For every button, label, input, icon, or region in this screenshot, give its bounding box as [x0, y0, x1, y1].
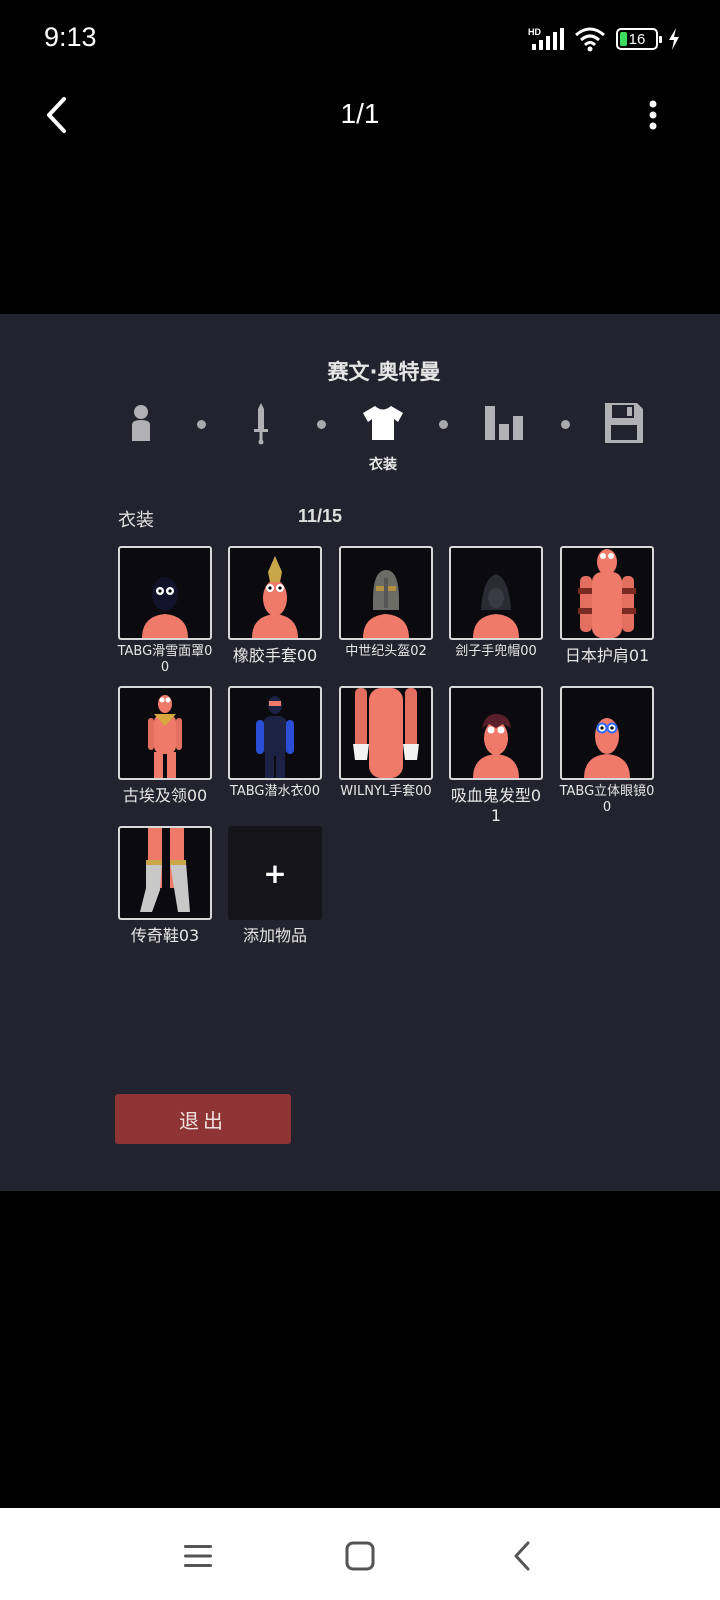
item-thumbnail	[118, 546, 212, 640]
outfit-item[interactable]: 吸血鬼发型01	[449, 686, 543, 826]
item-thumbnail	[118, 686, 212, 780]
game-screen: 赛文·奥特曼 衣装 衣装 11/15 TABG滑雪面罩00 橡胶手套00 中世纪…	[0, 314, 720, 1191]
step-dot	[439, 420, 448, 429]
top-bar: 1/1	[0, 80, 720, 150]
outfit-item[interactable]: 中世纪头盔02	[339, 546, 433, 660]
step-outfit[interactable]	[358, 398, 408, 448]
page-counter: 1/1	[340, 98, 380, 129]
square-icon	[345, 1541, 375, 1571]
item-thumbnail	[449, 546, 543, 640]
item-thumbnail	[118, 826, 212, 920]
outfit-item[interactable]: 刽子手兜帽00	[449, 546, 543, 660]
add-item-label: 添加物品	[242, 926, 307, 945]
chevron-left-icon	[514, 1541, 530, 1571]
outfit-item[interactable]: TABG立体眼镜00	[560, 686, 654, 816]
item-thumbnail	[560, 686, 654, 780]
step-active-label: 衣装	[369, 457, 397, 473]
step-dot	[197, 420, 206, 429]
step-character[interactable]	[116, 398, 166, 448]
item-label: 橡胶手套00	[232, 646, 318, 665]
more-options-button[interactable]	[630, 92, 676, 138]
save-icon	[605, 403, 643, 443]
item-count: 11/15	[298, 506, 343, 526]
item-thumbnail	[339, 686, 433, 780]
status-icons: HD 16	[528, 24, 680, 54]
outfit-item[interactable]: TABG滑雪面罩00	[118, 546, 212, 676]
stats-icon	[485, 406, 523, 440]
item-thumbnail	[228, 686, 322, 780]
home-button[interactable]	[340, 1536, 380, 1576]
item-label: TABG立体眼镜00	[559, 784, 655, 815]
step-dot	[561, 420, 570, 429]
shirt-icon	[363, 406, 403, 440]
item-label: 日本护肩01	[564, 646, 650, 665]
outfit-item[interactable]: 日本护肩01	[560, 546, 654, 666]
battery-level: 16	[628, 30, 646, 48]
outfit-item[interactable]: 传奇鞋03	[118, 826, 212, 946]
item-label: WILNYL手套00	[340, 784, 432, 799]
network-label: HD	[528, 27, 541, 37]
person-icon	[132, 405, 150, 441]
item-label: 吸血鬼发型01	[450, 786, 542, 825]
step-weapon[interactable]	[236, 398, 286, 448]
item-thumbnail	[449, 686, 543, 780]
system-nav-bar	[0, 1508, 720, 1600]
wifi-icon	[575, 27, 605, 52]
sword-icon	[254, 403, 268, 445]
item-label: 传奇鞋03	[130, 926, 200, 945]
more-vertical-icon	[649, 100, 657, 130]
battery-icon: 16	[616, 28, 662, 50]
step-save[interactable]	[599, 398, 649, 448]
step-navigation: 衣装	[0, 398, 720, 478]
player-name: 赛文·奥特曼	[327, 360, 441, 384]
status-time: 9:13	[44, 22, 97, 52]
plus-icon: +	[228, 826, 322, 920]
section-title: 衣装	[118, 510, 154, 531]
item-label: 古埃及领00	[122, 786, 208, 805]
charging-icon	[669, 28, 679, 50]
step-stats[interactable]	[479, 398, 529, 448]
recent-apps-button[interactable]	[178, 1536, 218, 1576]
item-thumbnail	[560, 546, 654, 640]
item-label: 刽子手兜帽00	[455, 644, 537, 659]
step-dot	[317, 420, 326, 429]
item-thumbnail	[228, 546, 322, 640]
item-thumbnail	[339, 546, 433, 640]
item-label: 中世纪头盔02	[345, 644, 427, 659]
item-label: TABG滑雪面罩00	[117, 644, 213, 675]
system-back-button[interactable]	[502, 1536, 542, 1576]
menu-icon	[184, 1545, 212, 1567]
status-bar: 9:13 HD 16	[0, 0, 720, 80]
outfit-item[interactable]: 古埃及领00	[118, 686, 212, 806]
outfit-item[interactable]: 橡胶手套00	[228, 546, 322, 666]
outfit-item[interactable]: WILNYL手套00	[339, 686, 433, 800]
item-label: TABG潜水衣00	[229, 784, 321, 799]
outfit-item[interactable]: TABG潜水衣00	[228, 686, 322, 800]
add-item-button[interactable]: + 添加物品	[228, 826, 322, 946]
signal-icon: HD	[528, 27, 564, 50]
exit-button[interactable]: 退出	[115, 1094, 291, 1144]
